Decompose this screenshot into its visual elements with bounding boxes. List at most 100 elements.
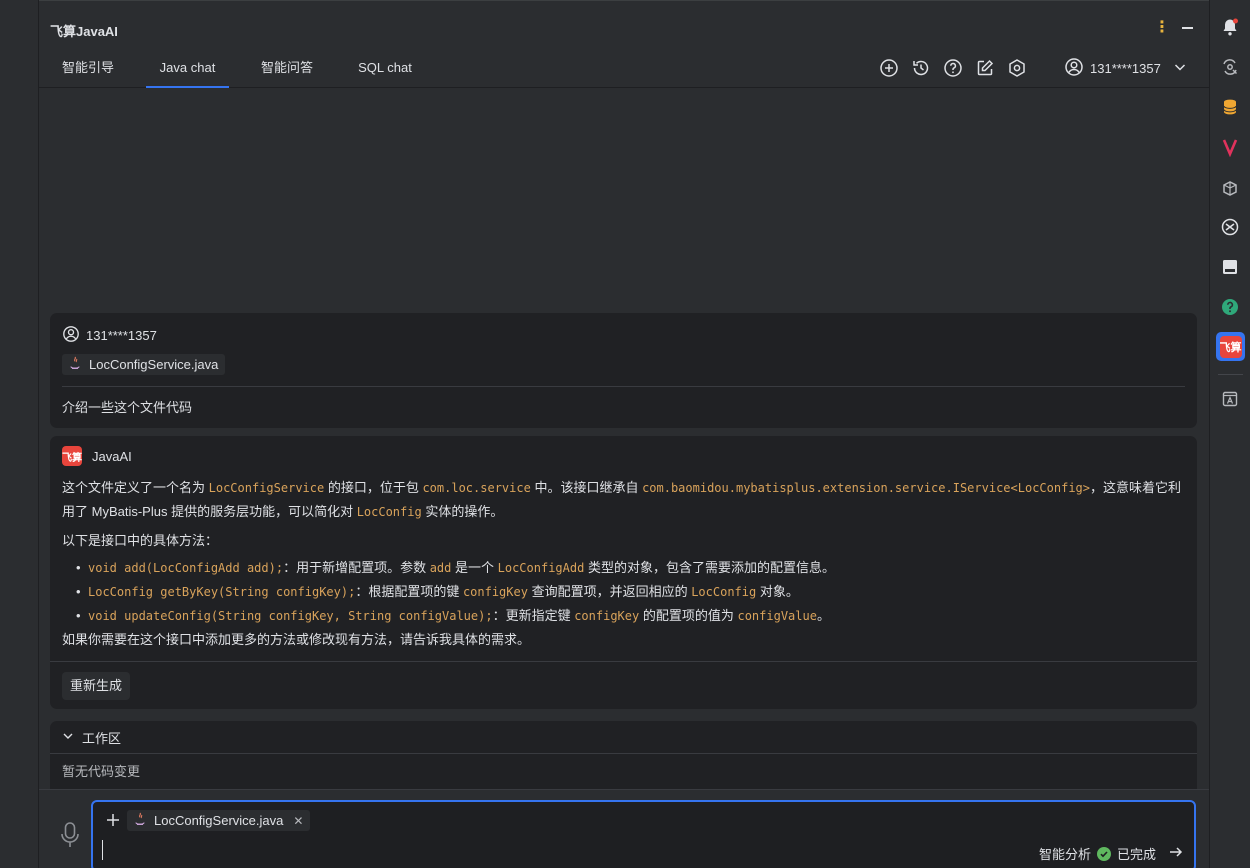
user-avatar-icon xyxy=(62,325,80,346)
text-span: 查询配置项，并返回相应的 xyxy=(527,584,692,599)
code-span: com.loc.service xyxy=(422,481,531,495)
list-item: void updateConfig(String configKey, Stri… xyxy=(76,604,1186,628)
javaai-logo: 飞算 xyxy=(62,446,82,466)
user-account-button[interactable]: 131****1357 xyxy=(1064,57,1187,80)
user-avatar-icon xyxy=(1064,57,1084,80)
tool-window-strip: 飞算 xyxy=(1209,0,1250,868)
terminal-icon[interactable] xyxy=(1220,257,1240,277)
workspace-title: 工作区 xyxy=(82,731,122,746)
user-message-text: 介绍一些这个文件代码 xyxy=(62,400,193,415)
new-chat-icon[interactable] xyxy=(879,58,899,78)
text-span: 对象。 xyxy=(756,584,799,599)
check-icon xyxy=(1096,846,1111,861)
chat-empty-space xyxy=(39,89,1197,313)
structure-icon[interactable] xyxy=(1220,177,1240,197)
divider xyxy=(50,661,1197,662)
user-message-header: 131****1357 xyxy=(62,325,157,346)
code-span: LocConfigService xyxy=(208,481,325,495)
text-span: 是一个 xyxy=(451,560,498,575)
chevron-down-icon xyxy=(62,730,74,745)
panel-titlebar: 飞算JavaAI ⋮ xyxy=(39,0,1209,52)
code-span: void add(LocConfigAdd add); xyxy=(88,561,284,575)
javaai-panel: 飞算JavaAI ⋮ 智能引导 Java chat 智能问答 SQL chat … xyxy=(39,0,1209,868)
context-file-chip[interactable]: LocConfigService.java ✕ xyxy=(127,810,311,831)
text-span: ：更新指定键 xyxy=(492,608,575,623)
ai-assistant-icon[interactable] xyxy=(1220,57,1240,77)
code-span: LocConfig xyxy=(691,585,757,599)
regenerate-button[interactable]: 重新生成 xyxy=(62,672,131,700)
microphone-icon[interactable] xyxy=(59,820,81,850)
analysis-label: 智能分析 xyxy=(1038,847,1091,862)
list-item: void add(LocConfigAdd add);：用于新增配置项。参数 a… xyxy=(76,556,1186,580)
panel-title: 飞算JavaAI xyxy=(50,24,118,39)
user-name: 131****1357 xyxy=(1090,60,1161,76)
ai-message-header: 飞算 JavaAI xyxy=(62,446,132,466)
feisuan-javaai-tool-button[interactable]: 飞算 xyxy=(1216,332,1245,361)
chat-input-box[interactable]: LocConfigService.java ✕ 智能分析 已完成 xyxy=(91,800,1196,868)
ai-message-card: 飞算 JavaAI 这个文件定义了一个名为 LocConfigService 的… xyxy=(50,436,1197,709)
help-icon[interactable] xyxy=(943,58,963,78)
attached-file[interactable]: LocConfigService.java xyxy=(62,354,226,375)
notifications-icon[interactable] xyxy=(1220,17,1240,37)
method-list: void add(LocConfigAdd add);：用于新增配置项。参数 a… xyxy=(76,556,1186,628)
text-span: 中。该接口继承自 xyxy=(530,480,643,495)
tab-qa[interactable]: 智能问答 xyxy=(250,52,324,88)
ai-message-author: JavaAI xyxy=(92,448,132,464)
text-caret xyxy=(102,840,103,860)
tab-java-chat[interactable]: Java chat xyxy=(146,52,229,88)
text-span: 的配置项的值为 xyxy=(639,608,738,623)
divider xyxy=(50,753,1197,754)
more-options-icon[interactable]: ⋮ xyxy=(1154,17,1170,37)
workspace-toggle[interactable]: 工作区 xyxy=(62,728,121,747)
database-icon[interactable] xyxy=(1220,97,1240,117)
ai-paragraph: 这个文件定义了一个名为 LocConfigService 的接口，位于包 com… xyxy=(62,476,1186,524)
user-message-author: 131****1357 xyxy=(86,328,157,343)
tab-guide[interactable]: 智能引导 xyxy=(51,52,125,88)
text-span: 类型的对象，包含了需要添加的配置信息。 xyxy=(584,560,835,575)
translate-icon[interactable] xyxy=(1220,389,1240,409)
text-span: 。 xyxy=(816,608,830,623)
code-span: configValue xyxy=(737,609,817,623)
code-span: com.baomidou.mybatisplus.extension.servi… xyxy=(642,481,1090,495)
text-span: ：根据配置项的键 xyxy=(355,584,463,599)
strip-divider xyxy=(1218,374,1243,375)
workspace-card: 工作区 暂无代码变更 xyxy=(50,721,1197,789)
text-span: ：用于新增配置项。参数 xyxy=(283,560,430,575)
close-icon[interactable]: ✕ xyxy=(293,814,303,828)
maven-icon[interactable] xyxy=(1220,137,1240,157)
help-circle-icon[interactable] xyxy=(1220,297,1240,317)
list-item: LocConfig getByKey(String configKey);：根据… xyxy=(76,580,1186,604)
ai-message-body: 这个文件定义了一个名为 LocConfigService 的接口，位于包 com… xyxy=(62,476,1186,651)
code-span: void updateConfig(String configKey, Stri… xyxy=(88,609,493,623)
minimize-icon[interactable] xyxy=(1182,27,1193,29)
workspace-empty-text: 暂无代码变更 xyxy=(62,764,141,779)
text-span: 实体的操作。 xyxy=(421,504,504,519)
history-icon[interactable] xyxy=(911,58,931,78)
code-span: configKey xyxy=(462,585,528,599)
left-gutter xyxy=(0,0,39,868)
user-message-card: 131****1357 LocConfigService.java 介绍一些这个… xyxy=(50,313,1197,428)
java-file-icon xyxy=(132,811,148,830)
chat-input-area: LocConfigService.java ✕ 智能分析 已完成 xyxy=(39,789,1209,868)
send-arrow-icon[interactable] xyxy=(1168,844,1184,863)
ai-paragraph: 以下是接口中的具体方法： xyxy=(62,533,219,548)
settings-icon[interactable] xyxy=(1007,58,1027,78)
text-span: 的接口，位于包 xyxy=(324,480,423,495)
ai-paragraph: 如果你需要在这个接口中添加更多的方法或修改现有方法，请告诉我具体的需求。 xyxy=(62,632,531,647)
text-span: 这个文件定义了一个名为 xyxy=(62,480,209,495)
context-file-name: LocConfigService.java xyxy=(154,813,284,828)
code-span: add xyxy=(429,561,452,575)
java-file-icon xyxy=(67,355,83,374)
code-span: LocConfigAdd xyxy=(497,561,585,575)
chevron-down-icon xyxy=(1173,60,1187,77)
code-span: configKey xyxy=(574,609,640,623)
divider xyxy=(62,386,1185,387)
feisuan-logo: 飞算 xyxy=(1219,335,1242,358)
services-icon[interactable] xyxy=(1220,217,1240,237)
code-span: LocConfig xyxy=(356,505,422,519)
code-span: LocConfig getByKey(String configKey); xyxy=(88,585,356,599)
edit-icon[interactable] xyxy=(975,58,995,78)
tab-sql-chat[interactable]: SQL chat xyxy=(345,52,425,88)
chat-tabs: 智能引导 Java chat 智能问答 SQL chat xyxy=(39,52,1209,88)
add-context-icon[interactable] xyxy=(103,810,123,830)
